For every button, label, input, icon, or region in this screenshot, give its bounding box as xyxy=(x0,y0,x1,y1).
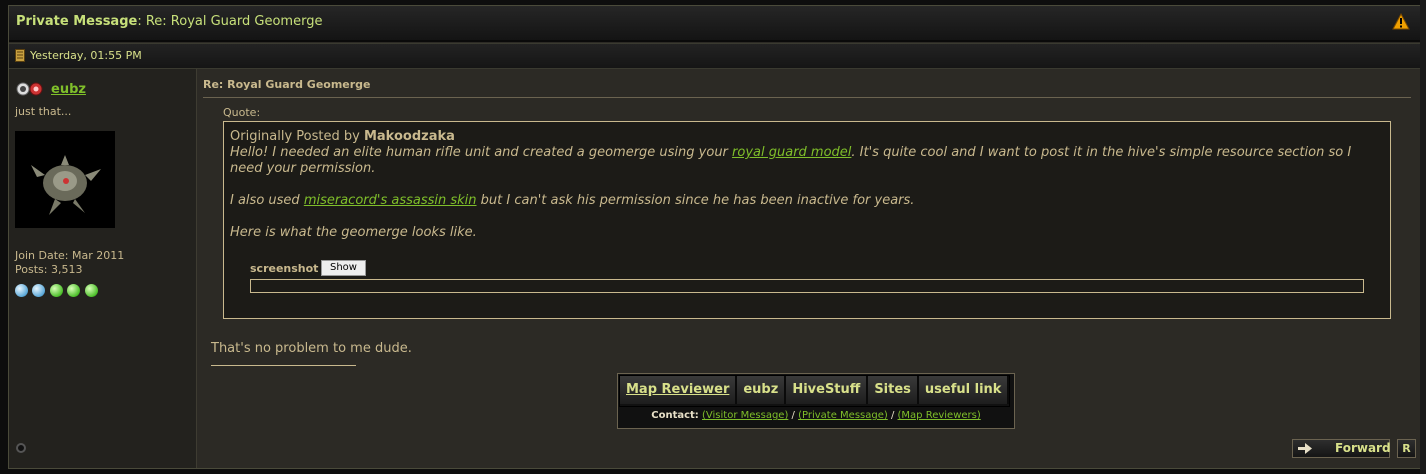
username-link[interactable]: eubz xyxy=(51,82,86,97)
reply-text: That's no problem to me dude. xyxy=(211,341,412,356)
reply-button[interactable]: R xyxy=(1397,439,1416,458)
signature-tabs: Map Reviewer eubz HiveStuff Sites useful… xyxy=(619,375,1011,407)
post-date: Yesterday, 01:55 PM xyxy=(30,49,142,62)
quote-paragraph: Hello! I needed an elite human rifle uni… xyxy=(230,145,1380,177)
warning-icon[interactable] xyxy=(1392,13,1410,31)
quote-block: Originally Posted by Makoodzaka Hello! I… xyxy=(223,121,1391,319)
sig-tab-sites[interactable]: Sites xyxy=(868,376,919,404)
message-content: Re: Royal Guard Geomerge Quote: Original… xyxy=(197,69,1420,468)
post-count: Posts: 3,513 xyxy=(15,263,83,276)
title-rest: : Re: Royal Guard Geomerge xyxy=(137,14,323,29)
forward-label: Forward xyxy=(1335,441,1391,455)
quote-author: Makoodzaka xyxy=(363,129,455,144)
message-window: Private Message: Re: Royal Guard Geomerg… xyxy=(8,5,1421,469)
sig-tab-useful-link[interactable]: useful link xyxy=(918,376,1010,404)
title-divider xyxy=(203,97,1411,98)
forward-arrow-icon xyxy=(1298,443,1312,454)
contact-separator: / xyxy=(887,410,898,421)
contact-label: Contact: xyxy=(651,410,699,421)
user-sidebar: eubz just that... Join Date: Mar 2011 Po… xyxy=(9,69,197,468)
signature-divider xyxy=(211,365,356,366)
reputation-dot xyxy=(50,284,63,297)
scrollbar[interactable] xyxy=(1420,0,1426,474)
quote-label: Quote: xyxy=(223,106,261,119)
quote-paragraph: I also used miseracord's assassin skin b… xyxy=(230,193,1380,209)
reputation-dot xyxy=(15,284,28,297)
post-date-bar: Yesterday, 01:55 PM xyxy=(9,43,1420,69)
quote-text: Hello! I needed an elite human rifle uni… xyxy=(230,145,733,160)
contact-separator: / xyxy=(788,410,799,421)
spoiler-content xyxy=(250,279,1364,293)
private-message-link[interactable]: (Private Message) xyxy=(798,410,888,421)
spoiler-show-button[interactable]: Show xyxy=(321,260,366,276)
sig-tab-map-reviewer[interactable]: Map Reviewer xyxy=(620,376,738,404)
avatar[interactable] xyxy=(15,131,115,228)
spoiler-label: screenshot xyxy=(250,262,319,275)
reputation-dot xyxy=(32,284,45,297)
title-bar: Private Message: Re: Royal Guard Geomerg… xyxy=(9,6,1420,42)
reputation-dot xyxy=(67,284,80,297)
reputation-dot xyxy=(85,284,98,297)
window-title: Private Message: Re: Royal Guard Geomerg… xyxy=(16,14,322,29)
signature: Map Reviewer eubz HiveStuff Sites useful… xyxy=(617,373,1015,429)
calendar-icon xyxy=(15,49,25,62)
message-title: Re: Royal Guard Geomerge xyxy=(203,78,371,91)
sig-tab-hivestuff[interactable]: HiveStuff xyxy=(786,376,869,404)
quote-text: but I can't ask his permission since he … xyxy=(476,193,915,208)
quote-attribution: Originally Posted by Makoodzaka xyxy=(230,129,455,144)
join-date: Join Date: Mar 2011 xyxy=(15,249,125,262)
map-reviewers-link[interactable]: (Map Reviewers) xyxy=(898,410,981,421)
user-rank-icon xyxy=(16,82,43,96)
sig-tab-eubz[interactable]: eubz xyxy=(737,376,787,404)
quote-paragraph: Here is what the geomerge looks like. xyxy=(230,225,477,240)
assassin-skin-link[interactable]: miseracord's assassin skin xyxy=(304,193,477,208)
avatar-image xyxy=(15,131,115,228)
royal-guard-model-link[interactable]: royal guard model xyxy=(732,145,851,160)
user-title: just that... xyxy=(15,105,72,118)
signature-contact: Contact: (Visitor Message) / (Private Me… xyxy=(618,410,1014,421)
visitor-message-link[interactable]: (Visitor Message) xyxy=(702,410,788,421)
forward-button[interactable]: Forward xyxy=(1292,439,1391,458)
online-status-icon xyxy=(16,443,26,453)
title-prefix: Private Message xyxy=(16,14,138,29)
quote-prefix: Originally Posted by xyxy=(230,129,364,144)
quote-text: I also used xyxy=(230,193,304,208)
